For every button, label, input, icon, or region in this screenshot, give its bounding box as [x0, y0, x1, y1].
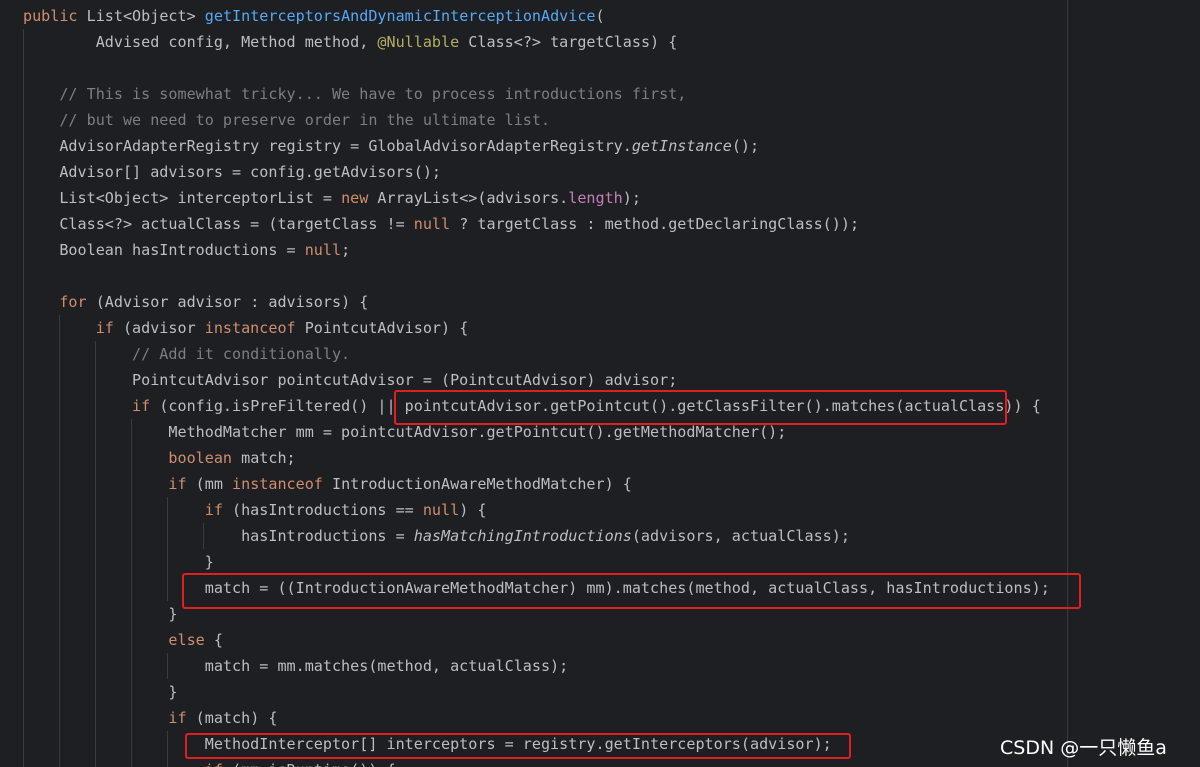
code-token: }	[23, 605, 178, 623]
code-line: if (advisor instanceof PointcutAdvisor) …	[23, 315, 1050, 341]
code-token: getInstance	[631, 137, 732, 155]
code-token: ) {	[459, 501, 487, 519]
code-token: else	[23, 631, 205, 649]
code-token: null	[413, 215, 451, 233]
code-token: {	[204, 631, 223, 649]
code-lines: public List<Object> getInterceptorsAndDy…	[23, 3, 1050, 767]
code-token: (advisor	[113, 319, 205, 337]
code-line: }	[23, 549, 1050, 575]
code-token: instanceof	[204, 319, 296, 337]
code-token: new	[341, 189, 369, 207]
code-token: ();	[731, 137, 760, 155]
code-token: MethodMatcher mm = pointcutAdvisor.getPo…	[23, 423, 787, 441]
code-token: }	[23, 683, 178, 701]
code-token: ? targetClass : method.getDeclaringClass…	[450, 215, 860, 233]
code-token: for	[23, 293, 87, 311]
code-line: if (match) {	[23, 705, 1050, 731]
code-token: (advisors, actualClass);	[631, 527, 850, 545]
code-line: List<Object> interceptorList = new Array…	[23, 185, 1050, 211]
code-line: hasIntroductions = hasMatchingIntroducti…	[23, 523, 1050, 549]
code-line: AdvisorAdapterRegistry registry = Global…	[23, 133, 1050, 159]
code-token: instanceof	[232, 475, 323, 493]
code-line: if (hasIntroductions == null) {	[23, 497, 1050, 523]
code-token: Boolean hasIntroductions =	[23, 241, 305, 259]
code-token: // but we need to preserve order in the …	[23, 111, 551, 129]
highlight-box-class-filter	[394, 390, 1007, 425]
code-token: Class<?> targetClass) {	[459, 33, 678, 51]
code-token: ;	[341, 241, 351, 259]
code-token: null	[304, 241, 342, 259]
code-editor[interactable]: public List<Object> getInterceptorsAndDy…	[0, 0, 1200, 767]
code-token: if	[23, 475, 187, 493]
code-token: (mm.isRuntime()) {	[223, 761, 396, 767]
code-token: public	[23, 7, 87, 25]
highlight-box-get-interceptors	[185, 733, 851, 759]
code-token: Advisor[] advisors = config.getAdvisors(…	[23, 163, 442, 181]
code-line: // This is somewhat tricky... We have to…	[23, 81, 1050, 107]
code-token: (Advisor advisor : advisors) {	[86, 293, 369, 311]
code-token: if	[23, 501, 223, 519]
code-line: Boolean hasIntroductions = null;	[23, 237, 1050, 263]
code-token: // This is somewhat tricky... We have to…	[23, 85, 687, 103]
code-token: PointcutAdvisor pointcutAdvisor = (Point…	[23, 371, 678, 389]
code-token: getInterceptorsAndDynamicInterceptionAdv…	[204, 7, 596, 25]
highlight-box-introduction-match	[182, 573, 1081, 609]
code-token: AdvisorAdapterRegistry registry = Global…	[23, 137, 632, 155]
code-line: for (Advisor advisor : advisors) {	[23, 289, 1050, 315]
code-token: // Add it conditionally.	[23, 345, 351, 363]
right-margin-guide	[1067, 0, 1068, 767]
code-token: null	[422, 501, 460, 519]
code-token: match;	[232, 449, 296, 467]
code-token: if	[23, 709, 187, 727]
code-token: (hasIntroductions ==	[222, 501, 423, 519]
code-line: match = mm.matches(method, actualClass);	[23, 653, 1050, 679]
code-line: // Add it conditionally.	[23, 341, 1050, 367]
watermark: CSDN @一只懒鱼a	[1000, 737, 1167, 759]
code-token: boolean	[23, 449, 233, 467]
code-line: // but we need to preserve order in the …	[23, 107, 1050, 133]
code-line: Advised config, Method method, @Nullable…	[23, 29, 1050, 55]
code-line: else {	[23, 627, 1050, 653]
code-token: List<Object> interceptorList =	[23, 189, 342, 207]
code-line: }	[23, 679, 1050, 705]
code-token: PointcutAdvisor) {	[295, 319, 469, 337]
code-token: Class<?> actualClass = (targetClass !=	[23, 215, 414, 233]
code-token: if	[23, 761, 223, 767]
code-line: if (mm instanceof IntroductionAwareMetho…	[23, 471, 1050, 497]
code-line: Advisor[] advisors = config.getAdvisors(…	[23, 159, 1050, 185]
code-token: (mm	[186, 475, 233, 493]
code-token: length	[568, 189, 623, 207]
code-token: List<Object>	[86, 7, 205, 25]
code-line: boolean match;	[23, 445, 1050, 471]
code-token: match = mm.matches(method, actualClass);	[23, 657, 569, 675]
code-token: IntroductionAwareMethodMatcher) {	[322, 475, 632, 493]
code-token: if	[23, 319, 114, 337]
code-token: Advised config, Method method,	[23, 33, 378, 51]
code-token: if	[23, 397, 151, 415]
code-line: public List<Object> getInterceptorsAndDy…	[23, 3, 1050, 29]
code-token: );	[622, 189, 641, 207]
code-token: @Nullable	[377, 33, 460, 51]
code-line: Class<?> actualClass = (targetClass != n…	[23, 211, 1050, 237]
code-token: hasIntroductions =	[23, 527, 414, 545]
code-token: (	[595, 7, 605, 25]
code-token: (match) {	[186, 709, 278, 727]
code-token: ArrayList<>(advisors.	[368, 189, 569, 207]
code-token: }	[23, 553, 214, 571]
code-token: hasMatchingIntroductions	[413, 527, 632, 545]
